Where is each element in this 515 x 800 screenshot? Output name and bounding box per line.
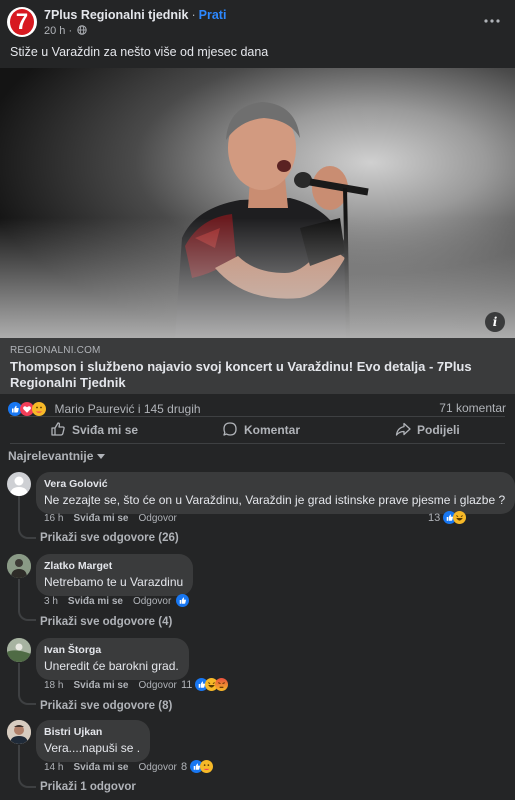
reactors-text[interactable]: Mario Paurević i 145 drugih <box>54 402 200 416</box>
comment-reaction-count: 13 <box>428 512 441 524</box>
comment-reactions[interactable]: 11 <box>181 678 229 691</box>
thread-line <box>18 579 20 612</box>
page-logo: 7 <box>10 9 34 35</box>
view-replies-link[interactable]: Prikaži sve odgovore (8) <box>40 700 172 712</box>
divider-bottom <box>10 443 505 444</box>
comment-bubble: Ivan Štorga Uneredit će barokni grad. <box>36 638 189 680</box>
care-reaction-icon <box>32 401 46 416</box>
comment-icon <box>223 422 237 436</box>
comment-like-button[interactable]: Sviđa mi se <box>73 513 128 524</box>
action-bar: Sviđa mi se Komentar Podijeli <box>0 419 515 441</box>
comment-text: Ne zezajte se, što će on u Varaždinu, Va… <box>44 493 506 507</box>
globe-icon <box>77 25 87 35</box>
comment-text: Vera....napuši se . <box>44 741 141 755</box>
avatar[interactable] <box>7 472 31 496</box>
comment-reactions[interactable]: 8 <box>181 760 214 773</box>
comment-meta: 16 h Sviđa mi se Odgovor <box>44 513 187 524</box>
comment-meta: 3 h Sviđa mi se Odgovor <box>44 596 181 607</box>
more-icon[interactable] <box>483 12 501 30</box>
comment-author[interactable]: Zlatko Marget <box>44 560 183 572</box>
care-reaction-icon <box>200 760 214 773</box>
comment-meta: 18 h Sviđa mi se Odgovor <box>44 680 187 691</box>
sort-dropdown[interactable]: Najrelevantnije <box>8 449 106 463</box>
comment-label: Komentar <box>244 423 301 437</box>
comment-reply-button[interactable]: Odgovor <box>139 513 177 524</box>
page-avatar[interactable]: 7 <box>7 7 37 37</box>
stage-haze <box>0 218 515 338</box>
comment-reactions[interactable] <box>176 594 189 607</box>
default-avatar-icon <box>10 476 28 496</box>
comment-reaction-count: 11 <box>181 679 193 691</box>
meta-separator: · <box>68 25 73 37</box>
angry-reaction-icon <box>215 678 229 691</box>
profile-photo-icon <box>7 638 31 662</box>
post-image[interactable]: i <box>0 68 515 338</box>
comment-reply-button[interactable]: Odgovor <box>139 680 177 691</box>
page-name[interactable]: 7Plus Regionalni tjednik <box>44 8 188 22</box>
like-reaction-icon <box>176 594 189 607</box>
comments-count[interactable]: 71 komentar <box>439 401 506 415</box>
comment-like-button[interactable]: Sviđa mi se <box>68 596 123 607</box>
post-text: Stiže u Varaždin za nešto više od mjesec… <box>10 45 269 59</box>
profile-photo-icon <box>7 720 31 744</box>
share-icon <box>395 422 411 436</box>
avatar[interactable] <box>7 720 31 744</box>
thread-connector <box>18 611 36 621</box>
comment-author[interactable]: Ivan Štorga <box>44 644 179 656</box>
share-button[interactable]: Podijeli <box>395 419 460 441</box>
profile-photo-icon <box>7 554 31 578</box>
comment-time[interactable]: 18 h <box>44 680 63 691</box>
post-meta: 20 h · <box>44 25 87 37</box>
comment-time[interactable]: 3 h <box>44 596 58 607</box>
thread-connector <box>18 529 36 539</box>
sort-label: Najrelevantnije <box>8 449 94 463</box>
like-label: Sviđa mi se <box>72 423 139 437</box>
comment-reply-button[interactable]: Odgovor <box>133 596 171 607</box>
like-button[interactable]: Sviđa mi se <box>50 419 138 441</box>
comment-text: Uneredit će barokni grad. <box>44 659 179 673</box>
comment-reaction-count: 8 <box>181 761 188 773</box>
comment-bubble: Vera Golović Ne zezajte se, što će on u … <box>36 472 515 514</box>
comment-like-button[interactable]: Sviđa mi se <box>73 680 128 691</box>
thread-line <box>18 496 20 530</box>
comment-author[interactable]: Vera Golović <box>44 478 505 490</box>
page-title-line: 7Plus Regionalni tjednik · Prati <box>44 8 226 22</box>
comment-reactions[interactable]: 13 <box>428 511 467 524</box>
haha-reaction-icon <box>453 511 467 524</box>
info-icon[interactable]: i <box>485 312 505 332</box>
comment-meta: 14 h Sviđa mi se Odgovor <box>44 762 187 773</box>
link-preview[interactable]: REGIONALNI.COM Thompson i službeno najav… <box>0 338 515 394</box>
thread-line <box>18 663 20 696</box>
post-time[interactable]: 20 h <box>44 25 65 37</box>
share-label: Podijeli <box>417 423 460 437</box>
chevron-down-icon <box>97 454 106 459</box>
post-card: 7 7Plus Regionalni tjednik · Prati 20 h · … <box>0 0 515 800</box>
divider-top <box>10 416 505 417</box>
reactions-summary[interactable]: Mario Paurević i 145 drugih <box>8 400 201 416</box>
link-title[interactable]: Thompson i službeno najavio svoj koncert… <box>10 359 505 391</box>
post-header: 7 7Plus Regionalni tjednik · Prati 20 h · <box>0 0 515 42</box>
avatar[interactable] <box>7 554 31 578</box>
view-replies-link[interactable]: Prikaži sve odgovore (4) <box>40 616 172 628</box>
view-replies-link[interactable]: Prikaži 1 odgovor <box>40 781 136 793</box>
view-replies-link[interactable]: Prikaži sve odgovore (26) <box>40 532 179 544</box>
avatar[interactable] <box>7 638 31 662</box>
comment-button[interactable]: Komentar <box>222 419 300 441</box>
comment-bubble: Zlatko Marget Netrebamo te u Varazdinu <box>36 554 194 596</box>
thread-connector <box>18 778 36 788</box>
comment-author[interactable]: Bistri Ujkan <box>44 726 140 738</box>
thread-connector <box>18 695 36 705</box>
thread-line <box>18 745 20 779</box>
follow-button[interactable]: Prati <box>199 8 227 22</box>
comment-time[interactable]: 16 h <box>44 513 63 524</box>
name-separator: · <box>191 8 196 22</box>
comment-bubble: Bistri Ujkan Vera....napuši se . <box>36 720 151 762</box>
comment-reply-button[interactable]: Odgovor <box>139 762 177 773</box>
comment-text: Netrebamo te u Varazdinu <box>44 575 184 589</box>
comment-like-button[interactable]: Sviđa mi se <box>73 762 128 773</box>
thumbs-up-icon <box>51 422 65 436</box>
link-domain: REGIONALNI.COM <box>10 345 101 356</box>
comment-time[interactable]: 14 h <box>44 762 63 773</box>
